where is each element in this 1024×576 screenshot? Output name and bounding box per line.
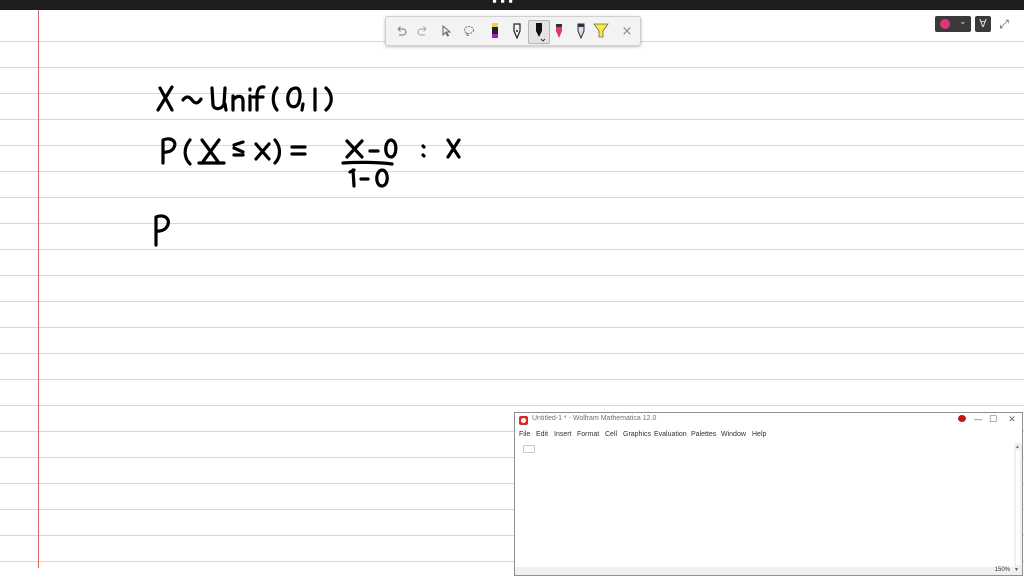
menu-window[interactable]: Window — [721, 431, 746, 438]
redo-icon[interactable] — [412, 20, 434, 42]
vertical-scrollbar[interactable]: ▲ — [1014, 443, 1022, 567]
cell-insertion-bracket[interactable] — [523, 445, 535, 453]
ink-color-swatch — [940, 19, 950, 29]
menu-help[interactable]: Help — [752, 431, 766, 438]
ink-line1 — [156, 85, 333, 112]
ink-line3 — [154, 214, 170, 247]
menu-format[interactable]: Format — [577, 431, 599, 438]
zoom-level[interactable]: 150% — [995, 567, 1010, 573]
minimize-icon[interactable]: — — [971, 414, 985, 427]
chevron-down-icon: ⌄ — [959, 16, 967, 26]
zoom-dropdown-icon[interactable]: ▼ — [1014, 567, 1019, 573]
pen-toolbar: × — [385, 16, 641, 46]
pen-purple-icon[interactable] — [484, 20, 506, 42]
menu-palettes[interactable]: Palettes — [691, 431, 716, 438]
select-pointer-icon[interactable] — [435, 20, 457, 42]
menu-cell[interactable]: Cell — [605, 431, 617, 438]
menu-graphics[interactable]: Graphics — [623, 431, 651, 438]
mathematica-window: Untitled-1 * - Wolfram Mathematica 12.0 … — [514, 412, 1023, 576]
pen-black-fine-icon[interactable] — [506, 20, 528, 42]
expand-icon[interactable]: ⤢ — [997, 16, 1011, 32]
window-close-icon[interactable]: ✕ — [1005, 414, 1019, 427]
ruler-button[interactable]: ∀ — [975, 16, 991, 32]
ink-line2 — [161, 137, 461, 188]
menu-edit[interactable]: Edit — [536, 431, 548, 438]
pen-blue-icon[interactable] — [570, 20, 592, 42]
menu-insert[interactable]: Insert — [554, 431, 572, 438]
scroll-up-icon[interactable]: ▲ — [1015, 444, 1020, 450]
pen-black-selected-icon[interactable] — [528, 20, 550, 44]
record-icon[interactable] — [958, 415, 966, 422]
window-title: Untitled-1 * - Wolfram Mathematica 12.0 — [532, 415, 657, 422]
lasso-icon[interactable] — [458, 20, 480, 42]
close-icon[interactable]: × — [616, 20, 638, 42]
mathematica-menubar: File Edit Insert Format Cell Graphics Ev… — [515, 429, 1022, 443]
notebook-area[interactable] — [515, 443, 1013, 567]
menu-file[interactable]: File — [519, 431, 530, 438]
menu-evaluation[interactable]: Evaluation — [654, 431, 687, 438]
scroll-thumb[interactable] — [1016, 451, 1020, 565]
maximize-icon[interactable]: ☐ — [986, 414, 1000, 427]
pen-red-icon[interactable] — [548, 20, 570, 42]
wolfram-logo-icon — [519, 416, 528, 425]
ink-color-dropdown[interactable]: ⌄ — [935, 16, 971, 32]
highlighter-yellow-icon[interactable] — [590, 20, 612, 42]
mathematica-titlebar[interactable]: Untitled-1 * - Wolfram Mathematica 12.0 … — [515, 413, 1022, 429]
status-bar: 150% ▼ — [515, 567, 1022, 575]
undo-icon[interactable] — [390, 20, 412, 42]
